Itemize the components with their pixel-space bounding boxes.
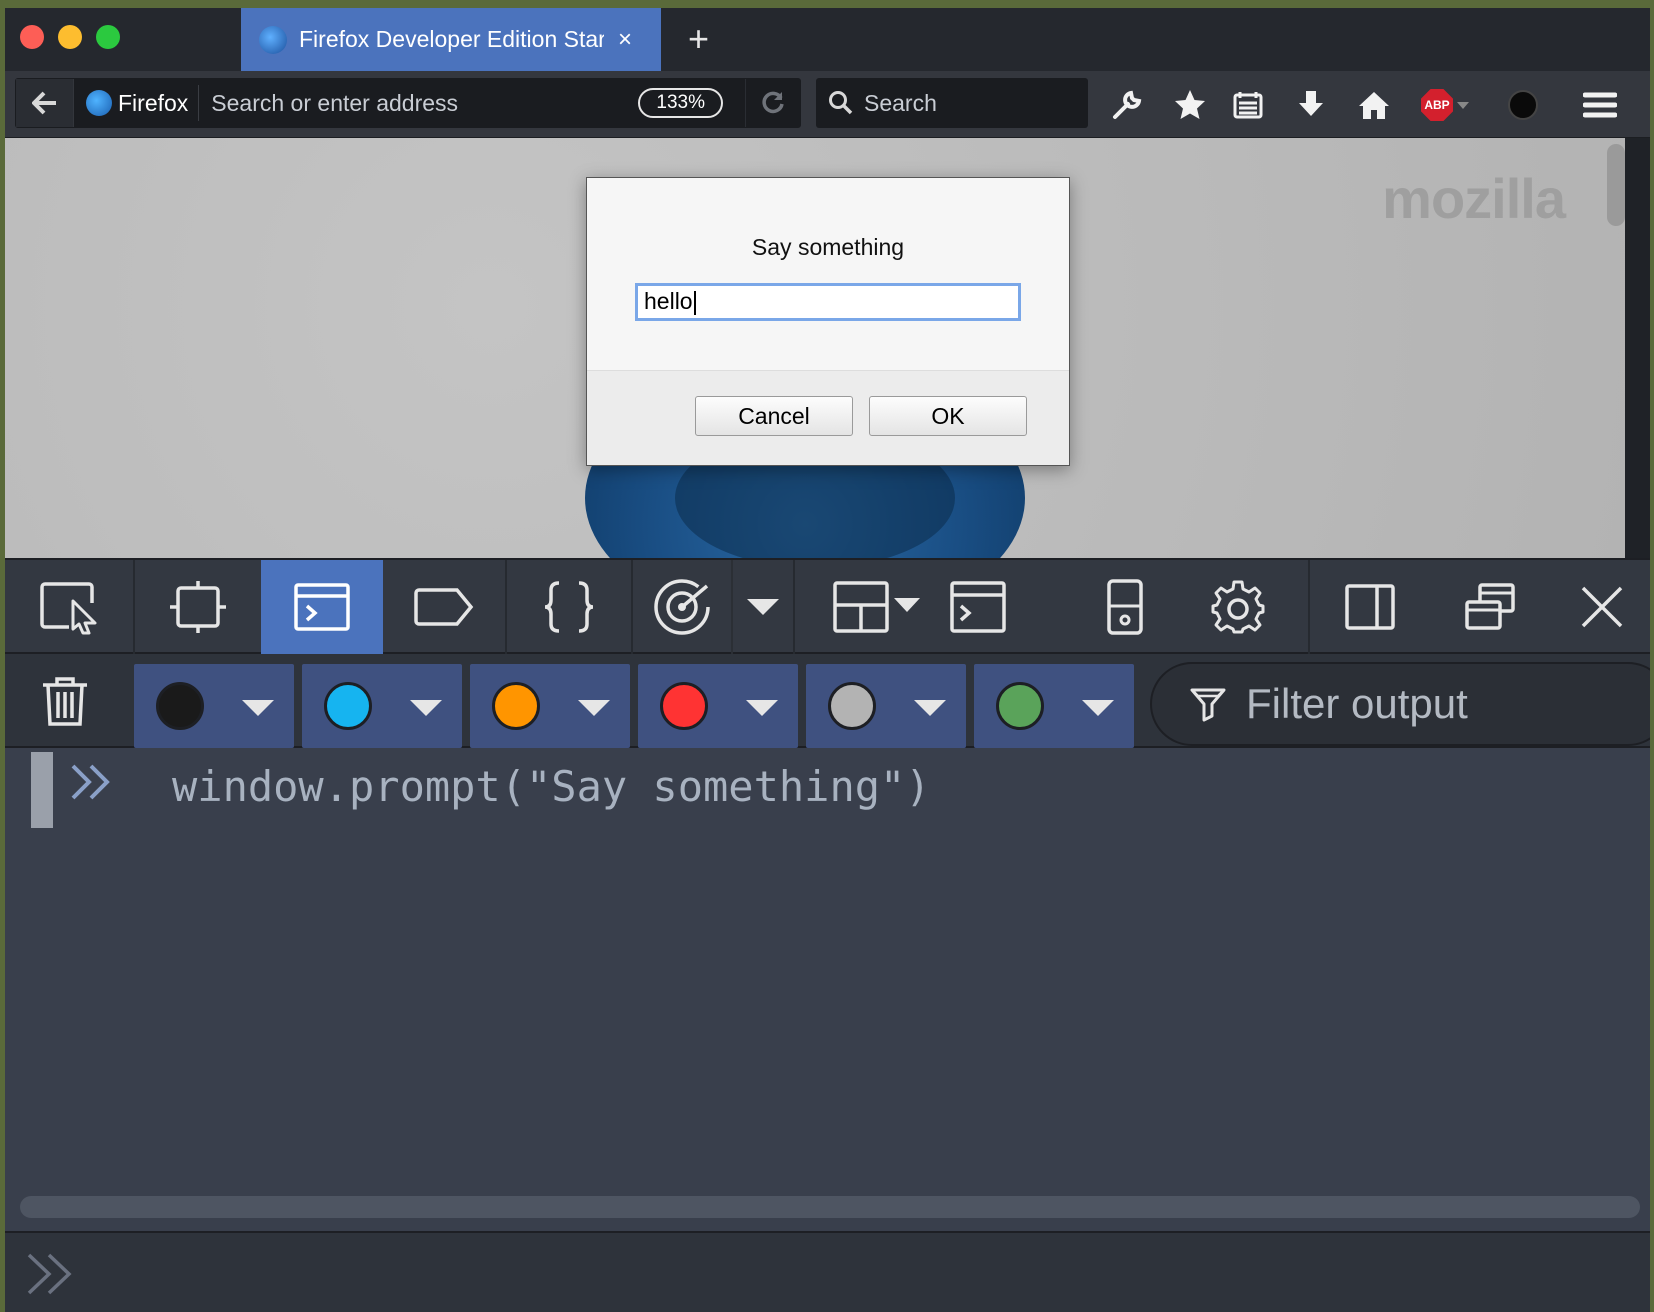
undock-window-icon[interactable] — [1455, 560, 1525, 654]
layout-icon[interactable] — [827, 560, 927, 654]
filter-dropdown-icon — [410, 700, 442, 716]
menu-icon[interactable] — [1578, 83, 1622, 127]
abp-icon[interactable]: ABP — [1415, 83, 1475, 127]
input-chevron-icon — [27, 1253, 72, 1295]
element-picker-icon[interactable] — [5, 560, 133, 654]
filter-server-button[interactable] — [974, 664, 1134, 748]
back-arrow-icon — [31, 91, 56, 115]
console-output: window.prompt("Say something") — [5, 748, 1650, 1231]
close-window-button[interactable] — [20, 25, 44, 49]
filter-css-button[interactable] — [302, 664, 462, 748]
console-filter-bar: Filter output — [5, 654, 1650, 748]
devtools-toolbar — [5, 558, 1650, 654]
tab-strip: Firefox Developer Edition Star × + — [5, 8, 1650, 71]
address-input[interactable]: Search or enter address — [211, 90, 638, 117]
firefox-logo-icon — [86, 90, 112, 116]
reload-button[interactable] — [745, 79, 800, 127]
filter-dropdown-icon — [578, 700, 610, 716]
tab-close-icon[interactable]: × — [618, 26, 632, 54]
dialog-message: Say something — [751, 234, 905, 260]
back-button[interactable] — [16, 79, 74, 127]
browser-window: Firefox Developer Edition Star × + Firef… — [5, 8, 1650, 1312]
abp-dropdown-icon — [1457, 101, 1469, 109]
ok-button[interactable]: OK — [869, 396, 1027, 436]
filter-dropdown-icon — [242, 700, 274, 716]
message-marker — [31, 752, 53, 828]
cancel-button[interactable]: Cancel — [695, 396, 853, 436]
filter-dropdown-icon — [746, 700, 778, 716]
page-scrollbar[interactable] — [1607, 144, 1625, 226]
filter-js-button[interactable] — [470, 664, 630, 748]
scratchpad-icon[interactable] — [947, 560, 1009, 654]
console-tab-icon[interactable] — [261, 560, 383, 654]
filter-dot-blue — [324, 682, 372, 730]
home-icon[interactable] — [1352, 83, 1396, 127]
youtube-icon[interactable] — [1501, 83, 1545, 127]
tab-title: Firefox Developer Edition Star — [299, 26, 604, 52]
abp-label: ABP — [1421, 89, 1453, 121]
filter-dot-black — [156, 682, 204, 730]
tab-firefox-developer-edition[interactable]: Firefox Developer Edition Star × — [241, 8, 661, 71]
reading-list-icon[interactable] — [1226, 83, 1270, 127]
bookmark-star-icon[interactable] — [1168, 83, 1212, 127]
dialog-footer: Cancel OK — [587, 370, 1069, 465]
performance-icon[interactable] — [633, 560, 731, 654]
prompt-dialog: Say something hello Cancel OK — [586, 177, 1070, 466]
tag-icon[interactable] — [383, 560, 505, 654]
filter-output-input[interactable]: Filter output — [1150, 662, 1650, 746]
clear-console-trash-icon[interactable] — [25, 654, 105, 748]
filter-net-button[interactable] — [134, 664, 294, 748]
zoom-indicator[interactable]: 133% — [638, 88, 723, 118]
search-placeholder: Search — [864, 89, 937, 116]
search-icon — [829, 91, 853, 115]
text-caret — [693, 290, 696, 315]
settings-gear-icon[interactable] — [1203, 560, 1273, 654]
close-devtools-icon[interactable] — [1567, 560, 1637, 654]
debugger-braces-icon[interactable] — [507, 560, 631, 654]
console-input-line[interactable] — [5, 1231, 1650, 1312]
filter-security-button[interactable] — [638, 664, 798, 748]
command-chevron-icon — [71, 764, 110, 800]
horizontal-scrollbar[interactable] — [20, 1196, 1640, 1218]
inspector-icon[interactable] — [135, 560, 261, 654]
mozilla-watermark: mozilla — [1382, 167, 1566, 230]
url-bar[interactable]: Firefox Search or enter address 133% — [15, 78, 801, 128]
device-icon[interactable] — [1095, 560, 1155, 654]
search-bar[interactable]: Search — [816, 78, 1088, 128]
zoom-window-button[interactable] — [96, 25, 120, 49]
identity-label: Firefox — [118, 89, 189, 116]
filter-logging-button[interactable] — [806, 664, 966, 748]
prompt-text-input[interactable]: hello — [635, 283, 1021, 321]
filter-placeholder: Filter output — [1246, 680, 1468, 727]
filter-dot-red — [660, 682, 708, 730]
minimize-window-button[interactable] — [58, 25, 82, 49]
wrench-icon[interactable] — [1105, 83, 1149, 127]
prompt-input-value: hello — [644, 288, 693, 314]
download-icon[interactable] — [1289, 83, 1333, 127]
filter-dropdown-icon — [914, 700, 946, 716]
performance-dropdown-icon[interactable] — [733, 560, 793, 654]
filter-dot-gray — [828, 682, 876, 730]
filter-dot-orange — [492, 682, 540, 730]
identity-box[interactable]: Firefox — [74, 85, 200, 121]
navigation-bar: Firefox Search or enter address 133% Sea… — [5, 71, 1650, 138]
filter-dropdown-icon — [1082, 700, 1114, 716]
new-tab-button[interactable]: + — [688, 18, 709, 60]
filter-dot-green — [996, 682, 1044, 730]
firefox-tab-icon — [259, 25, 287, 54]
funnel-icon — [1190, 688, 1226, 722]
console-command-text[interactable]: window.prompt("Say something") — [172, 762, 931, 811]
dock-side-icon[interactable] — [1335, 560, 1405, 654]
reload-icon — [762, 91, 784, 114]
